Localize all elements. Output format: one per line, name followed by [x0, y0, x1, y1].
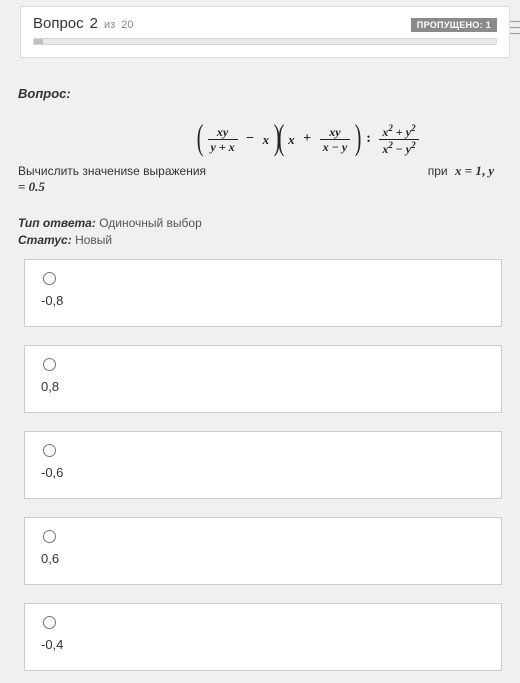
answer-radio[interactable] [43, 444, 56, 457]
answer-type-value: Одиночный выбор [99, 216, 202, 230]
answer-text: 0,6 [39, 551, 487, 566]
answer-text: 0,8 [39, 379, 487, 394]
answer-radio[interactable] [43, 358, 56, 371]
question-total: 20 [121, 19, 133, 31]
answer-text: -0,8 [39, 293, 487, 308]
question-word: Вопрос [33, 15, 84, 32]
answer-option[interactable]: -0,8 [24, 259, 502, 327]
status-value: Новый [75, 233, 112, 247]
answer-text: -0,6 [39, 465, 487, 480]
answer-option[interactable]: -0,4 [24, 603, 502, 671]
answer-options: -0,8 0,8 -0,6 0,6 -0,4 [18, 259, 502, 671]
answer-radio[interactable] [43, 272, 56, 285]
answer-option[interactable]: 0,6 [24, 517, 502, 585]
question-of: из [104, 19, 115, 31]
answer-option[interactable]: -0,6 [24, 431, 502, 499]
progress-bar [33, 38, 497, 45]
answer-option[interactable]: 0,8 [24, 345, 502, 413]
answer-text: -0,4 [39, 637, 487, 652]
question-number: 2 [90, 15, 98, 32]
math-expression: ( xy y + x − x )( x + xy x − y ) : x [18, 121, 502, 157]
answer-radio[interactable] [43, 616, 56, 629]
answer-radio[interactable] [43, 530, 56, 543]
question-prompt: Вычислить значениsе выражения при x = 1,… [18, 163, 502, 195]
answer-type-label: Тип ответа: [18, 216, 96, 230]
status-label: Статус: [18, 233, 72, 247]
question-label: Вопрос: [18, 86, 502, 101]
question-header: Вопрос 2 из 20 ПРОПУЩЕНО: 1 [20, 6, 510, 58]
skipped-badge: ПРОПУЩЕНО: 1 [411, 18, 497, 32]
